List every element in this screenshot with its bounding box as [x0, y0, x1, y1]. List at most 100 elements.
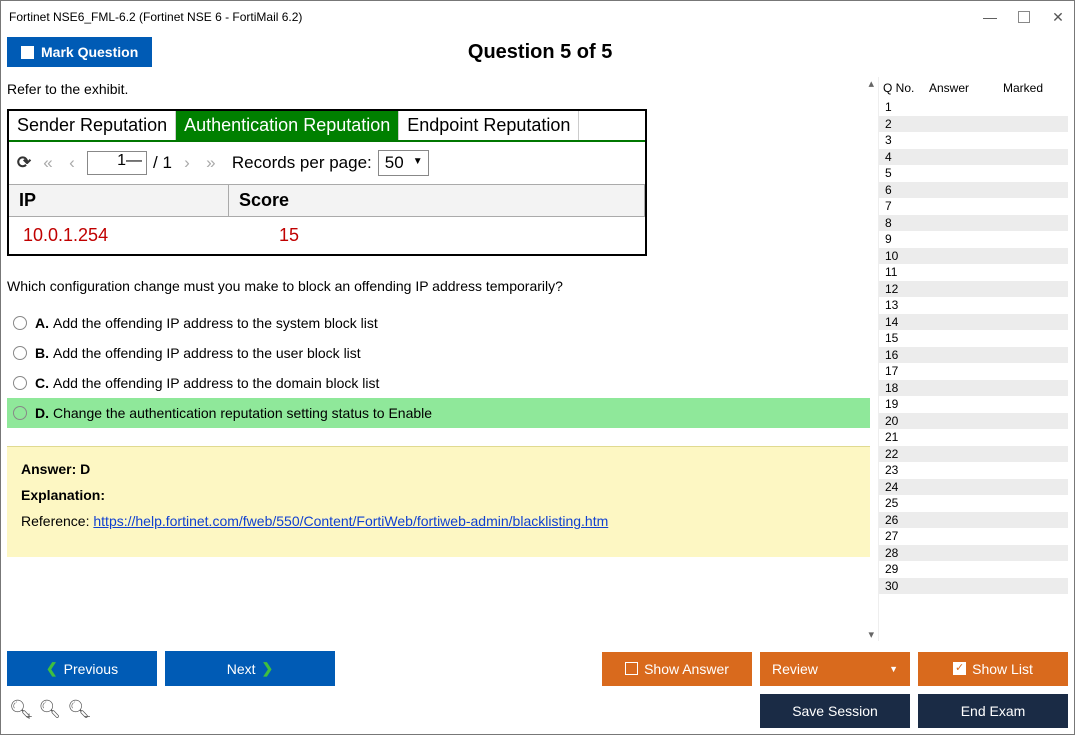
- col-answer: Answer: [929, 81, 1003, 95]
- question-list-row[interactable]: 30: [879, 578, 1068, 595]
- question-list-row[interactable]: 2: [879, 116, 1068, 133]
- question-list-row[interactable]: 25: [879, 495, 1068, 512]
- mark-question-label: Mark Question: [41, 44, 138, 60]
- question-list-row[interactable]: 6: [879, 182, 1068, 199]
- review-button[interactable]: Review ▼: [760, 652, 910, 686]
- header: Mark Question Question 5 of 5: [7, 31, 1068, 77]
- question-list-row[interactable]: 16: [879, 347, 1068, 364]
- page-total: / 1: [153, 153, 172, 173]
- chevron-right-icon: ❯: [262, 660, 274, 677]
- next-page-icon[interactable]: ›: [178, 154, 196, 172]
- question-list-row[interactable]: 18: [879, 380, 1068, 397]
- checkbox-checked-icon: ✓: [953, 662, 966, 675]
- question-list-row[interactable]: 17: [879, 363, 1068, 380]
- tab-authentication-reputation[interactable]: Authentication Reputation: [176, 111, 399, 140]
- radio-icon[interactable]: [13, 376, 27, 390]
- question-list-row[interactable]: 14: [879, 314, 1068, 331]
- question-list-row[interactable]: 26: [879, 512, 1068, 529]
- question-list-row[interactable]: 7: [879, 198, 1068, 215]
- choice-a[interactable]: A.Add the offending IP address to the sy…: [7, 308, 870, 338]
- question-list-row[interactable]: 8: [879, 215, 1068, 232]
- prev-page-icon[interactable]: ‹: [63, 154, 81, 172]
- col-qno: Q No.: [883, 81, 929, 95]
- reference-line: Reference: https://help.fortinet.com/fwe…: [21, 513, 856, 529]
- answer-box: Answer: D Explanation: Reference: https:…: [7, 446, 870, 557]
- choice-b[interactable]: B.Add the offending IP address to the us…: [7, 338, 870, 368]
- question-list-row[interactable]: 28: [879, 545, 1068, 562]
- end-exam-button[interactable]: End Exam: [918, 694, 1068, 728]
- mark-question-button[interactable]: Mark Question: [7, 37, 152, 67]
- previous-button[interactable]: ❮ Previous: [7, 651, 157, 686]
- exhibit: Sender Reputation Authentication Reputat…: [7, 109, 647, 256]
- question-list-row[interactable]: 11: [879, 264, 1068, 281]
- zoom-reset-icon[interactable]: 🔍︎: [38, 699, 61, 723]
- question-list-row[interactable]: 20: [879, 413, 1068, 430]
- page-input[interactable]: 1—: [87, 151, 147, 175]
- refresh-icon[interactable]: ⟳: [15, 154, 33, 172]
- question-list-row[interactable]: 12: [879, 281, 1068, 298]
- question-list-sidebar: Q No. Answer Marked 12345678910111213141…: [878, 77, 1068, 641]
- question-list-row[interactable]: 22: [879, 446, 1068, 463]
- radio-icon[interactable]: [13, 346, 27, 360]
- titlebar: Fortinet NSE6_FML-6.2 (Fortinet NSE 6 - …: [7, 7, 1068, 31]
- question-text: Which configuration change must you make…: [7, 274, 870, 308]
- zoom-controls: 🔍︎+ 🔍︎ 🔍︎−: [7, 699, 90, 723]
- question-list-row[interactable]: 29: [879, 561, 1068, 578]
- question-list-row[interactable]: 24: [879, 479, 1068, 496]
- show-list-button[interactable]: ✓ Show List: [918, 652, 1068, 686]
- question-list-row[interactable]: 15: [879, 330, 1068, 347]
- choices: A.Add the offending IP address to the sy…: [7, 308, 870, 428]
- exhibit-row: 10.0.1.254 15: [9, 217, 645, 254]
- col-score: Score: [229, 185, 645, 216]
- scroll-down-icon[interactable]: ▾: [868, 628, 874, 641]
- choice-c[interactable]: C.Add the offending IP address to the do…: [7, 368, 870, 398]
- close-icon[interactable]: ✕: [1050, 9, 1066, 25]
- question-counter: Question 5 of 5: [152, 41, 928, 64]
- question-list-row[interactable]: 23: [879, 462, 1068, 479]
- radio-icon[interactable]: [13, 316, 27, 330]
- last-page-icon[interactable]: »: [202, 154, 220, 172]
- body: ▴ Refer to the exhibit. Sender Reputatio…: [7, 77, 1068, 641]
- footer: ❮ Previous Next ❯ Show Answer Review ▼ ✓…: [7, 641, 1068, 728]
- question-list-row[interactable]: 5: [879, 165, 1068, 182]
- question-list-row[interactable]: 21: [879, 429, 1068, 446]
- question-list-row[interactable]: 9: [879, 231, 1068, 248]
- reference-link[interactable]: https://help.fortinet.com/fweb/550/Conte…: [93, 513, 608, 529]
- zoom-in-icon[interactable]: 🔍︎+: [9, 699, 32, 723]
- next-button[interactable]: Next ❯: [165, 651, 335, 686]
- save-session-button[interactable]: Save Session: [760, 694, 910, 728]
- exhibit-tabs: Sender Reputation Authentication Reputat…: [9, 111, 645, 142]
- sidebar-header: Q No. Answer Marked: [879, 77, 1068, 99]
- minimize-icon[interactable]: —: [982, 9, 998, 25]
- app-window: Fortinet NSE6_FML-6.2 (Fortinet NSE 6 - …: [0, 0, 1075, 735]
- question-list[interactable]: 1234567891011121314151617181920212223242…: [879, 99, 1068, 641]
- zoom-out-icon[interactable]: 🔍︎−: [67, 699, 90, 723]
- question-list-row[interactable]: 4: [879, 149, 1068, 166]
- question-list-row[interactable]: 19: [879, 396, 1068, 413]
- window-controls: — ✕: [982, 9, 1066, 25]
- window-title: Fortinet NSE6_FML-6.2 (Fortinet NSE 6 - …: [9, 10, 302, 24]
- first-page-icon[interactable]: «: [39, 154, 57, 172]
- question-list-row[interactable]: 27: [879, 528, 1068, 545]
- question-list-row[interactable]: 13: [879, 297, 1068, 314]
- chevron-left-icon: ❮: [46, 660, 58, 677]
- col-ip: IP: [9, 185, 229, 216]
- maximize-icon[interactable]: [1018, 11, 1030, 23]
- records-per-page-select[interactable]: 50: [378, 150, 429, 176]
- button-row-1: ❮ Previous Next ❯ Show Answer Review ▼ ✓…: [7, 651, 1068, 686]
- question-list-row[interactable]: 10: [879, 248, 1068, 265]
- tab-endpoint-reputation[interactable]: Endpoint Reputation: [399, 111, 579, 140]
- cell-score: 15: [229, 217, 645, 254]
- explanation-label: Explanation:: [21, 487, 105, 503]
- question-list-row[interactable]: 3: [879, 132, 1068, 149]
- tab-sender-reputation[interactable]: Sender Reputation: [9, 111, 176, 140]
- question-list-row[interactable]: 1: [879, 99, 1068, 116]
- choice-d[interactable]: D.Change the authentication reputation s…: [7, 398, 870, 428]
- chevron-down-icon: ▼: [889, 664, 898, 674]
- scroll-up-icon[interactable]: ▴: [868, 77, 874, 90]
- show-answer-button[interactable]: Show Answer: [602, 652, 752, 686]
- intro-text: Refer to the exhibit.: [7, 77, 870, 109]
- col-marked: Marked: [1003, 81, 1064, 95]
- radio-icon[interactable]: [13, 406, 27, 420]
- cell-ip: 10.0.1.254: [9, 217, 229, 254]
